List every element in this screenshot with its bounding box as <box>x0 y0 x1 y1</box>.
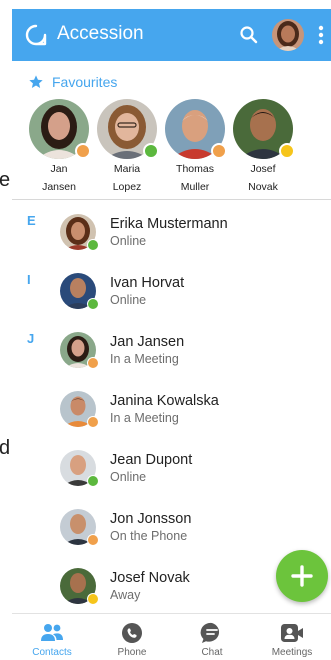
online-status-icon <box>87 239 99 251</box>
nav-label: Phone <box>117 647 147 658</box>
nav-label: Meetings <box>271 647 313 658</box>
contact-row[interactable]: Ivan Horvat Online <box>58 266 318 316</box>
section-letter-j: J <box>27 331 35 346</box>
avatar <box>60 568 99 605</box>
nav-phone[interactable]: Phone <box>92 614 172 660</box>
nav-meetings[interactable]: Meetings <box>252 614 331 660</box>
contact-row[interactable]: Jean Dupont Online <box>58 443 318 493</box>
user-avatar[interactable] <box>272 19 304 51</box>
contacts-icon <box>41 624 63 641</box>
contact-status: Online <box>110 234 147 248</box>
more-options-icon[interactable] <box>315 23 327 47</box>
app-bar: Accession <box>12 9 331 61</box>
bottom-nav: Contacts Phone Chat Meetings <box>12 613 331 660</box>
app-logo-icon <box>25 24 47 46</box>
section-letter-i: I <box>27 272 31 287</box>
avatar <box>60 391 99 428</box>
nav-contacts[interactable]: Contacts <box>12 614 92 660</box>
avatar <box>60 273 99 310</box>
phone-icon <box>122 623 142 643</box>
contact-name: Janina Kowalska <box>110 393 219 409</box>
contact-name: Jon Jonsson <box>110 511 192 527</box>
online-status-icon <box>87 475 99 487</box>
contact-name: Jan Jansen <box>110 334 185 350</box>
favourite-contact[interactable]: Josef Novak <box>232 99 295 195</box>
online-status-icon <box>87 298 99 310</box>
avatar <box>60 332 99 369</box>
favourite-contact[interactable]: Jan Jansen <box>28 99 91 195</box>
avatar <box>60 509 99 546</box>
section-letter-e: E <box>27 213 36 228</box>
contact-status: Away <box>110 588 141 602</box>
contact-name: Erika Mustermann <box>110 216 228 232</box>
favourite-first-name: Jan <box>50 163 68 175</box>
phone-status-icon <box>87 534 99 546</box>
add-contact-button[interactable] <box>276 550 328 602</box>
favourite-first-name: Josef <box>250 163 276 175</box>
nav-label: Contacts <box>32 647 72 658</box>
favourite-last-name: Lopez <box>112 181 142 193</box>
favourites-label: Favourites <box>52 74 118 90</box>
nav-chat[interactable]: Chat <box>172 614 252 660</box>
contact-row[interactable]: Jan Jansen In a Meeting <box>58 325 318 375</box>
favourites-header: Favourites <box>28 72 117 92</box>
contact-name: Josef Novak <box>110 570 190 586</box>
meeting-status-icon <box>75 143 91 159</box>
favourite-last-name: Novak <box>248 181 278 193</box>
contact-status: In a Meeting <box>110 411 179 425</box>
online-status-icon <box>143 143 159 159</box>
favourite-first-name: Thomas <box>176 163 214 175</box>
contact-name: Jean Dupont <box>110 452 193 468</box>
contact-row[interactable]: Janina Kowalska In a Meeting <box>58 384 318 434</box>
favourite-first-name: Maria <box>113 163 141 175</box>
contact-status: In a Meeting <box>110 352 179 366</box>
chat-icon <box>200 622 220 643</box>
contact-row[interactable]: Jon Jonsson On the Phone <box>58 502 318 552</box>
plus-icon <box>291 565 313 587</box>
phone-screen: Accession Favourites Jan Jansen Maria Lo… <box>12 9 331 660</box>
contact-status: Online <box>110 293 147 307</box>
busy-status-icon <box>211 143 227 159</box>
contact-status: Online <box>110 470 147 484</box>
nav-label: Chat <box>201 647 223 658</box>
favourite-last-name: Jansen <box>42 181 76 193</box>
app-title: Accession <box>57 23 144 44</box>
contact-row[interactable]: Erika Mustermann Online <box>58 207 318 257</box>
contact-status: On the Phone <box>110 529 188 543</box>
meeting-status-icon <box>87 357 99 369</box>
stray-text-d: d <box>0 437 11 459</box>
star-icon <box>29 75 43 88</box>
meeting-status-icon <box>87 416 99 428</box>
meetings-icon <box>281 624 303 642</box>
avatar <box>60 214 99 251</box>
stray-text-e: e <box>0 169 11 191</box>
favourite-contact[interactable]: Thomas Muller <box>164 99 227 195</box>
away-status-icon <box>87 593 99 605</box>
search-icon[interactable] <box>239 25 259 45</box>
favourite-contact[interactable]: Maria Lopez <box>96 99 159 195</box>
contact-name: Ivan Horvat <box>110 275 185 291</box>
avatar <box>60 450 99 487</box>
away-status-icon <box>279 143 295 159</box>
section-divider <box>12 199 331 200</box>
favourite-last-name: Muller <box>180 181 210 193</box>
